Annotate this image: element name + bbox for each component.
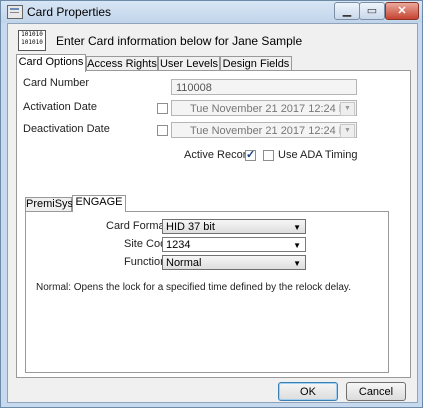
chevron-down-icon: ▼ — [293, 241, 301, 250]
active-record-checkbox[interactable] — [245, 148, 256, 161]
use-ada-timing-label: Use ADA Timing — [278, 149, 358, 161]
deactivation-date-value: Tue November 21 2017 12:24 PM — [190, 125, 356, 137]
card-number-label: Card Number — [23, 77, 90, 89]
deactivation-date-label: Deactivation Date — [23, 123, 110, 135]
activation-date-value: Tue November 21 2017 12:24 PM — [190, 103, 356, 115]
card-format-select[interactable]: HID 37 bit ▼ — [162, 219, 306, 234]
card-properties-window: Card Properties ▁ ▭ ✕ 101010 101010 Ente… — [0, 0, 423, 408]
tab-access-rights[interactable]: Access Rights — [86, 56, 158, 71]
card-number-field[interactable]: 110008 — [171, 79, 357, 95]
chevron-down-icon: ▼ — [293, 259, 301, 268]
calendar-dropdown-icon[interactable]: ▼ — [340, 124, 355, 138]
function-description: Normal: Opens the lock for a specified t… — [36, 282, 351, 293]
engage-panel: Card Format: HID 37 bit ▼ Site Code: 123… — [25, 211, 389, 373]
maximize-button[interactable]: ▭ — [359, 2, 385, 20]
activation-date-picker[interactable]: Tue November 21 2017 12:24 PM ▼ — [171, 100, 357, 116]
card-icon: 101010 101010 — [18, 30, 46, 51]
header-instruction: Enter Card information below for Jane Sa… — [56, 34, 303, 48]
activation-date-checkbox[interactable] — [157, 103, 168, 114]
tab-card-options[interactable]: Card Options — [16, 54, 86, 72]
calendar-dropdown-icon[interactable]: ▼ — [340, 102, 355, 116]
deactivation-date-picker[interactable]: Tue November 21 2017 12:24 PM ▼ — [171, 122, 357, 138]
window-title: Card Properties — [27, 5, 112, 19]
card-app-icon — [7, 5, 23, 19]
dialog-body: 101010 101010 Enter Card information bel… — [7, 23, 418, 403]
function-value: Normal — [166, 257, 202, 269]
tab-user-levels[interactable]: User Levels — [158, 56, 220, 71]
card-options-panel: Card Number 110008 Activation Date Tue N… — [16, 70, 411, 378]
minimize-button[interactable]: ▁ — [334, 2, 360, 20]
activation-date-label: Activation Date — [23, 101, 97, 113]
title-bar[interactable]: Card Properties ▁ ▭ ✕ — [1, 1, 422, 23]
site-code-select[interactable]: 1234 ▼ — [162, 237, 306, 252]
chevron-down-icon: ▼ — [293, 223, 301, 232]
cancel-button[interactable]: Cancel — [346, 382, 406, 401]
use-ada-timing-checkbox[interactable] — [263, 150, 274, 161]
ok-button[interactable]: OK — [278, 382, 338, 401]
close-button[interactable]: ✕ — [385, 2, 419, 20]
tab-premisys[interactable]: PremiSys — [25, 197, 73, 211]
deactivation-date-checkbox[interactable] — [157, 125, 168, 136]
function-select[interactable]: Normal ▼ — [162, 255, 306, 270]
card-format-value: HID 37 bit — [166, 221, 215, 233]
active-record-label: Active Record — [184, 149, 253, 161]
tab-design-fields[interactable]: Design Fields — [220, 56, 292, 71]
site-code-value: 1234 — [166, 239, 191, 251]
tab-engage[interactable]: ENGAGE — [72, 195, 126, 212]
